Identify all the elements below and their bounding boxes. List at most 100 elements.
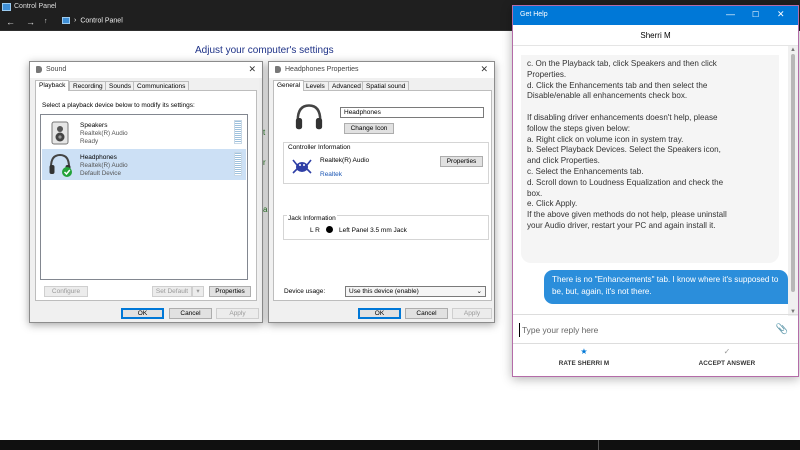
set-default-button[interactable]: Set Default — [152, 286, 192, 297]
realtek-crab-icon — [292, 159, 312, 174]
headphones-device-icon — [49, 153, 72, 177]
control-panel-icon — [2, 3, 11, 11]
message-line: follow the steps given below: — [527, 123, 631, 133]
sound-titlebar: Sound ✕ — [30, 62, 262, 78]
reply-input[interactable] — [519, 323, 769, 337]
chevron-down-icon: ▾ — [196, 288, 200, 295]
reply-bar: 📎 — [513, 314, 798, 344]
change-icon-button[interactable]: Change Icon — [344, 123, 394, 134]
control-panel-title: Control Panel — [14, 3, 57, 10]
message-line: a. Right click on volume icon in system … — [527, 134, 684, 144]
paperclip-icon[interactable]: 📎 — [776, 324, 788, 335]
rate-agent-button[interactable]: ★ RATE SHERRI M — [513, 347, 655, 375]
level-meter — [234, 152, 242, 176]
jack-channels: L R — [310, 227, 320, 234]
jack-heading: Jack Information — [287, 215, 337, 222]
tab-general[interactable]: General — [273, 80, 305, 91]
jack-description: Left Panel 3.5 mm Jack — [339, 227, 407, 234]
device-usage-select[interactable]: Use this device (enable) ⌄ — [345, 286, 486, 297]
control-panel-small-icon — [62, 17, 70, 24]
set-default-dropdown[interactable]: ▾ — [192, 286, 204, 297]
agent-message: c. On the Playback tab, click Speakers a… — [521, 55, 779, 263]
message-line: box. — [527, 188, 543, 198]
message-line: your Audio driver, restart your PC and a… — [527, 220, 716, 230]
ok-button[interactable]: OK — [358, 308, 401, 319]
get-help-window: Get Help — ☐ ✕ Sherri M c. On the Playba… — [512, 5, 799, 377]
message-line: If disabling driver enhancements doesn't… — [527, 112, 718, 122]
playback-device-list: Speakers Realtek(R) Audio Ready Headphon… — [40, 114, 248, 280]
message-line: If the above given methods do not help, … — [527, 210, 727, 220]
headphones-icon — [295, 104, 323, 130]
device-item-speakers[interactable]: Speakers Realtek(R) Audio Ready — [42, 117, 246, 148]
scrollbar-thumb[interactable] — [791, 54, 795, 292]
device-usage-label: Device usage: — [284, 288, 326, 295]
controller-heading: Controller Information — [287, 144, 352, 151]
star-icon: ★ — [580, 347, 588, 356]
agent-name: Sherri M — [513, 25, 798, 46]
message-line: c. On the Playback tab, click Speakers a… — [527, 59, 717, 68]
chevron-down-icon: ⌄ — [476, 288, 482, 295]
speaker-icon — [36, 66, 42, 73]
device-driver: Realtek(R) Audio — [80, 130, 128, 137]
tab-playback[interactable]: Playback — [35, 80, 70, 91]
scroll-up-icon[interactable]: ▲ — [790, 47, 796, 53]
page-title: Adjust your computer's settings — [195, 45, 334, 56]
message-line — [527, 102, 773, 113]
message-line: c. Select the Enhancements tab. — [527, 166, 644, 176]
device-usage-value: Use this device (enable) — [349, 288, 419, 295]
category-link-fragment[interactable]: a — [263, 205, 267, 214]
device-name-field[interactable]: Headphones — [340, 107, 484, 118]
apply-button[interactable]: Apply — [452, 308, 492, 319]
apply-button[interactable]: Apply — [216, 308, 259, 319]
properties-title: Headphones Properties — [285, 66, 359, 73]
chevron-right-icon: › — [74, 17, 77, 25]
taskbar-separator — [598, 440, 599, 450]
realtek-link[interactable]: Realtek — [320, 171, 342, 178]
ok-button[interactable]: OK — [121, 308, 164, 319]
speaker-device-icon — [51, 121, 69, 145]
cancel-button[interactable]: Cancel — [405, 308, 448, 319]
controller-properties-button[interactable]: Properties — [440, 156, 483, 167]
maximize-icon[interactable]: ☐ — [752, 10, 759, 19]
playback-instruction: Select a playback device below to modify… — [42, 102, 195, 109]
accept-answer-button[interactable]: ✓ ACCEPT ANSWER — [656, 347, 798, 375]
speaker-icon — [275, 66, 281, 73]
level-meter — [234, 120, 242, 144]
minimize-icon[interactable]: — — [726, 9, 735, 19]
category-link-fragment[interactable]: t — [263, 128, 265, 137]
user-message: There is no "Enhancements" tab. I know w… — [544, 270, 788, 304]
cancel-button[interactable]: Cancel — [169, 308, 212, 319]
category-link-fragment[interactable]: r — [263, 158, 266, 167]
address-text: Control Panel — [80, 17, 123, 25]
chat-scrollbar[interactable]: ▲ ▼ — [788, 46, 798, 316]
close-icon[interactable]: ✕ — [777, 9, 785, 20]
properties-button[interactable]: Properties — [209, 286, 251, 297]
general-panel: Headphones Change Icon Controller Inform… — [273, 90, 492, 301]
device-name: Speakers — [80, 122, 108, 129]
forward-arrow-icon[interactable]: → — [26, 17, 35, 27]
configure-button[interactable]: Configure — [44, 286, 88, 297]
get-help-title: Get Help — [520, 11, 548, 18]
sound-title: Sound — [46, 66, 67, 73]
jack-color-dot-icon — [326, 226, 333, 233]
up-arrow-icon[interactable]: ↑ — [44, 18, 48, 25]
message-line: Properties. — [527, 69, 567, 79]
address-bar[interactable]: › Control Panel — [62, 17, 123, 24]
close-icon[interactable]: ✕ — [480, 64, 488, 75]
get-help-titlebar: Get Help — ☐ ✕ — [513, 6, 798, 25]
message-line: e. Click Apply. — [527, 199, 578, 209]
message-line: and click Properties. — [527, 156, 600, 166]
device-item-headphones[interactable]: Headphones Realtek(R) Audio Default Devi… — [42, 149, 246, 180]
message-line: d. Scroll down to Loudness Equalization … — [527, 177, 724, 187]
back-arrow-icon[interactable]: ← — [6, 17, 15, 27]
rate-agent-label: RATE SHERRI M — [558, 360, 610, 367]
device-status: Ready — [80, 138, 99, 145]
device-status: Default Device — [80, 170, 121, 177]
device-driver: Realtek(R) Audio — [80, 162, 128, 169]
close-icon[interactable]: ✕ — [248, 64, 256, 75]
accept-answer-label: ACCEPT ANSWER — [698, 360, 756, 367]
controller-name: Realtek(R) Audio — [320, 157, 370, 164]
checkmark-icon: ✓ — [723, 347, 731, 356]
device-name: Headphones — [80, 154, 117, 161]
message-line: b. Select Playback Devices. Select the S… — [527, 145, 721, 155]
